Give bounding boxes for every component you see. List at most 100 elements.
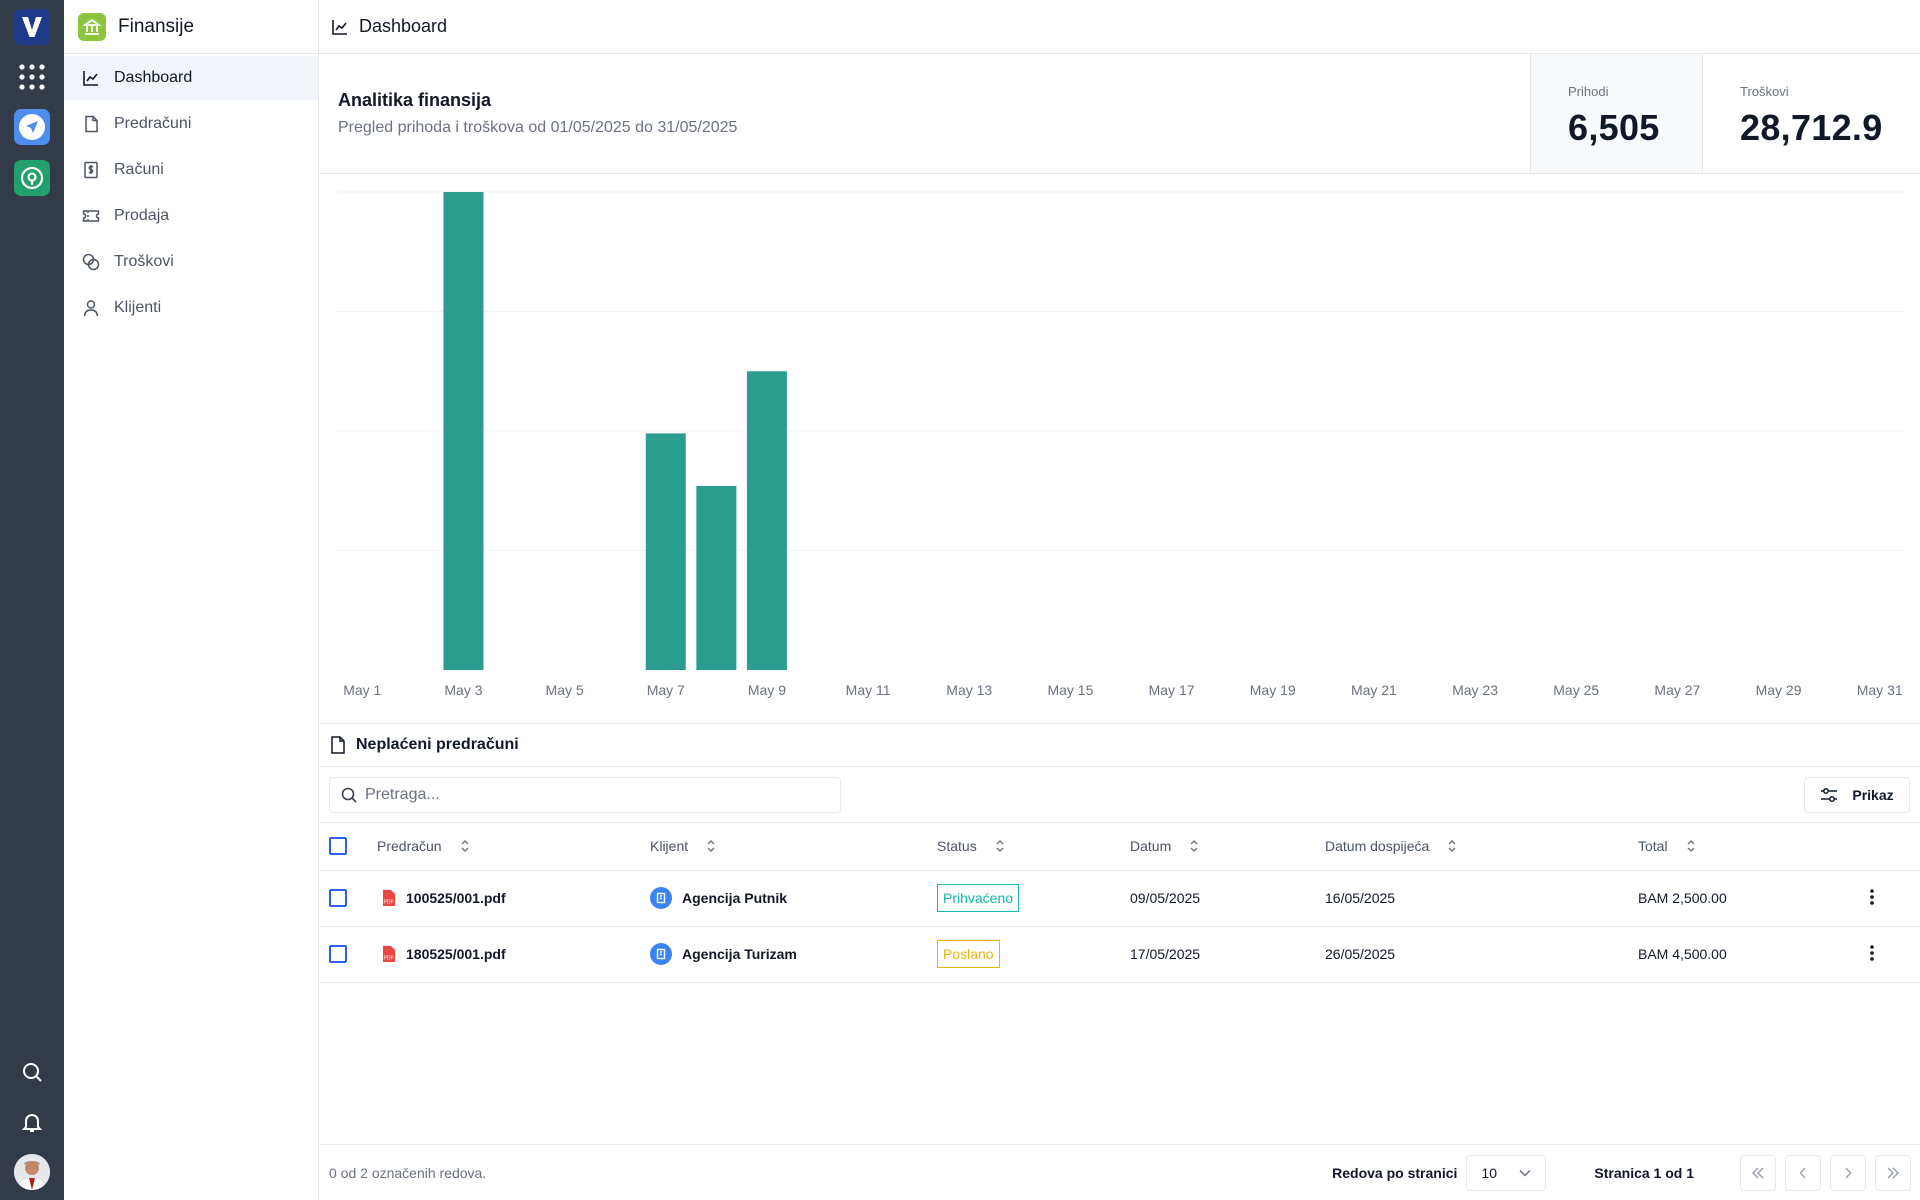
col-klijent[interactable]: Klijent xyxy=(650,823,937,871)
sort-icon xyxy=(1190,840,1198,853)
col-status[interactable]: Status xyxy=(937,823,1130,871)
sort-icon xyxy=(707,840,715,853)
rows-per-page-label: Redova po stranici xyxy=(1332,1164,1458,1181)
x-tick-label: May 23 xyxy=(1452,682,1498,698)
col-actions xyxy=(1870,823,1920,871)
brand-logo-icon[interactable] xyxy=(14,9,50,45)
sidebar-item-klijenti[interactable]: Klijenti xyxy=(64,286,318,330)
sidebar-item-racuni[interactable]: Računi xyxy=(64,148,318,192)
sort-icon xyxy=(461,840,469,853)
stat-label: Troškovi xyxy=(1740,84,1789,99)
x-tick-label: May 9 xyxy=(748,682,786,698)
row-actions-menu-icon[interactable] xyxy=(1870,944,1874,961)
user-icon xyxy=(83,300,99,317)
sidebar-item-dashboard[interactable]: Dashboard xyxy=(64,56,318,100)
svg-text:PDF: PDF xyxy=(384,900,394,906)
coins-icon xyxy=(82,253,100,271)
select-all-checkbox[interactable] xyxy=(329,837,347,856)
actions-cell xyxy=(1870,870,1920,927)
x-tick-label: May 31 xyxy=(1857,682,1903,698)
chart-bar-may-9[interactable] xyxy=(746,371,787,670)
x-tick-label: May 19 xyxy=(1250,682,1296,698)
send-app-icon[interactable] xyxy=(14,109,50,145)
user-avatar[interactable] xyxy=(14,1154,50,1190)
summary-subtitle: Pregled prihoda i troškova od 01/05/2025… xyxy=(338,119,738,136)
chart-bar-may-8[interactable] xyxy=(696,485,737,670)
due-date-cell: 26/05/2025 xyxy=(1325,926,1638,983)
sidebar-item-troskovi[interactable]: Troškovi xyxy=(64,240,318,284)
row-select-cell xyxy=(319,870,377,927)
sidebar-item-label: Računi xyxy=(114,161,164,178)
col-datum[interactable]: Datum xyxy=(1130,823,1325,871)
x-tick-label: May 1 xyxy=(343,682,381,698)
stat-value: 28,712.9 xyxy=(1740,107,1883,148)
chevrons-right-icon xyxy=(1887,1166,1900,1179)
next-page-button[interactable] xyxy=(1830,1154,1866,1191)
selection-count: 0 od 2 označenih redova. xyxy=(329,1164,487,1181)
invoice-cell: PDF 100525/001.pdf xyxy=(377,870,650,927)
sidebar-item-label: Dashboard xyxy=(114,69,193,86)
sidebar: Finansije Dashboard Predračuni Računi Pr… xyxy=(64,0,319,1200)
page-info: Stranica 1 od 1 xyxy=(1594,1164,1694,1181)
table-header-row: Predračun Klijent Status Datum Datum dos… xyxy=(319,823,1920,871)
actions-cell xyxy=(1870,926,1920,983)
rows-per-page-select[interactable]: 10 xyxy=(1466,1154,1547,1191)
receipt-icon xyxy=(84,161,98,179)
file-icon xyxy=(85,115,98,133)
notifications-bell-icon[interactable] xyxy=(14,1104,50,1140)
client-name: Agencija Putnik xyxy=(682,890,788,906)
row-checkbox[interactable] xyxy=(329,889,347,908)
select-all-cell xyxy=(319,823,377,871)
x-tick-label: May 15 xyxy=(1047,682,1093,698)
chart-bar-may-3[interactable] xyxy=(443,192,484,670)
column-label: Klijent xyxy=(650,838,689,855)
sidebar-item-predracuni[interactable]: Predračuni xyxy=(64,102,318,146)
sidebar-item-label: Klijenti xyxy=(114,299,162,316)
bar-chart-svg: May 1 May 3 May 5 May 7 May 9 May 11 May 13 May… xyxy=(337,191,1905,698)
col-total[interactable]: Total xyxy=(1638,823,1870,871)
sort-icon xyxy=(996,840,1004,853)
apps-grid-icon[interactable] xyxy=(14,59,50,95)
file-icon xyxy=(331,736,345,754)
prev-page-button[interactable] xyxy=(1785,1154,1821,1191)
invoice-cell: PDF 180525/001.pdf xyxy=(377,926,650,983)
sort-icon xyxy=(1448,840,1456,853)
date-cell: 17/05/2025 xyxy=(1130,926,1325,983)
due-date-cell: 16/05/2025 xyxy=(1325,870,1638,927)
table-row[interactable]: PDF 180525/001.pdf Agencija Turizam Posl… xyxy=(319,926,1920,983)
sidebar-item-prodaja[interactable]: Prodaja xyxy=(64,194,318,238)
date-cell: 09/05/2025 xyxy=(1130,870,1325,927)
section-title: Neplaćeni predračuni xyxy=(356,736,519,753)
sort-icon xyxy=(1687,840,1695,853)
x-tick-label: May 21 xyxy=(1351,682,1397,698)
col-datum-dospijeca[interactable]: Datum dospijeća xyxy=(1325,823,1638,871)
building-icon xyxy=(650,887,672,909)
chart-bar-may-7[interactable] xyxy=(645,433,686,670)
pagination: Redova po stranici 10 Stranica 1 od 1 xyxy=(1332,1154,1920,1191)
status-badge: Prihvaćeno xyxy=(937,884,1020,912)
last-page-button[interactable] xyxy=(1875,1154,1911,1191)
x-tick-label: May 17 xyxy=(1149,682,1195,698)
app-title: Finansije xyxy=(118,15,195,37)
row-checkbox[interactable] xyxy=(329,945,347,964)
search-input[interactable] xyxy=(365,785,825,804)
building-icon xyxy=(650,943,672,965)
chart-line-icon xyxy=(332,19,347,35)
x-tick-label: May 27 xyxy=(1654,682,1700,698)
stat-expenses: Troškovi 28,712.9 xyxy=(1702,54,1920,173)
table-footer: 0 od 2 označenih redova. Redova po stran… xyxy=(319,1144,1920,1200)
summary-title: Analitika finansija xyxy=(338,90,492,110)
first-page-button[interactable] xyxy=(1740,1154,1776,1191)
invoice-filename[interactable]: 180525/001.pdf xyxy=(406,946,506,962)
global-search-icon[interactable] xyxy=(14,1054,50,1090)
table-row[interactable]: PDF 100525/001.pdf Agencija Putnik Prihv… xyxy=(319,870,1920,927)
invoice-filename[interactable]: 100525/001.pdf xyxy=(406,890,506,906)
sidebar-header: Finansije xyxy=(64,0,318,54)
view-options-button[interactable]: Prikaz xyxy=(1804,776,1910,813)
location-app-icon[interactable] xyxy=(14,160,50,196)
client-cell: Agencija Turizam xyxy=(650,926,937,983)
col-predracun[interactable]: Predračun xyxy=(377,823,650,871)
row-actions-menu-icon[interactable] xyxy=(1870,888,1874,905)
search-field[interactable] xyxy=(329,776,841,813)
ticket-icon xyxy=(82,210,100,222)
